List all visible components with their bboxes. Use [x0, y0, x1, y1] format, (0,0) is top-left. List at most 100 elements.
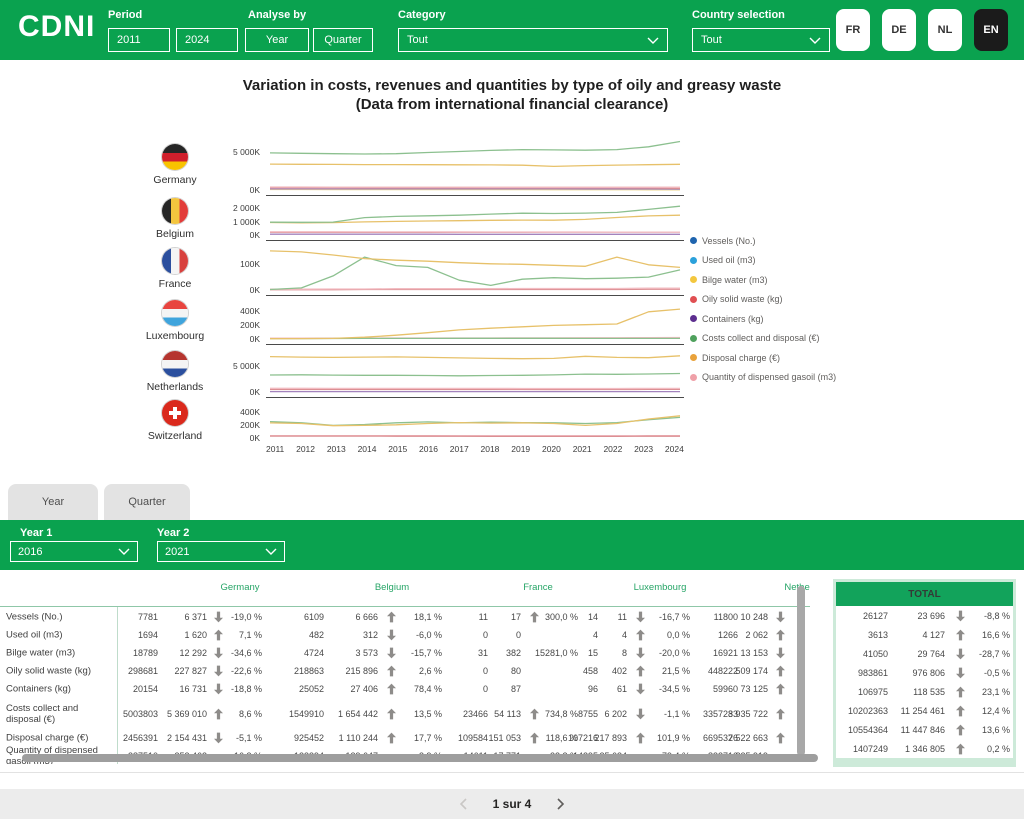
value-year1: 6109: [304, 612, 324, 622]
value-percent: -19,0 %: [231, 612, 262, 622]
total-value-percent: 23,1 %: [982, 687, 1010, 697]
legend-item-costs[interactable]: Costs collect and disposal (€): [690, 329, 836, 349]
period-from-input[interactable]: 2011: [108, 28, 170, 52]
year2-label: Year 2: [157, 527, 189, 539]
country-cell: Belgium: [140, 196, 210, 241]
y-axis-tick-label: 400K: [240, 306, 260, 316]
divider: [0, 772, 1024, 773]
trend-down-icon: [773, 612, 787, 623]
table-column-header-france: France: [493, 582, 583, 593]
chevron-down-icon: [118, 548, 130, 555]
chart-x-axis: 2011201220132014201520162017201820192020…: [266, 444, 684, 454]
value-percent: 7,1 %: [239, 630, 262, 640]
page-title-line2: (Data from international financial clear…: [0, 95, 1024, 114]
chart-panel-belgium: Belgium2 000K1 000K0K: [140, 196, 700, 241]
cdni-logo: CDNI: [18, 10, 95, 44]
chevron-down-icon: [809, 37, 821, 44]
ch-flag-icon: [162, 400, 188, 426]
total-value-year2: 23 696: [917, 611, 945, 621]
total-value-percent: -0,5 %: [984, 668, 1010, 678]
analyse-quarter-button[interactable]: Quarter: [313, 28, 373, 52]
legend-item-disposal[interactable]: Disposal charge (€): [690, 348, 836, 368]
country-value: Tout: [701, 34, 722, 46]
previous-page-icon[interactable]: [459, 798, 467, 810]
country-dropdown[interactable]: Tout: [692, 28, 830, 52]
year1-label: Year 1: [20, 527, 52, 539]
total-value-year1: 3613: [868, 630, 888, 640]
y-axis-tick-label: 0K: [250, 230, 260, 240]
y-axis-tick-label: 200K: [240, 420, 260, 430]
trend-up-icon: [384, 708, 398, 719]
total-row: 14072491 346 8050,2 %: [836, 740, 1013, 758]
country-cell: France: [140, 241, 210, 296]
trend-up-icon: [773, 630, 787, 641]
country-name: Germany: [153, 174, 196, 186]
x-axis-year-label: 2018: [481, 444, 500, 454]
value-year2: 382: [506, 648, 521, 658]
value-percent: -5,1 %: [236, 733, 262, 743]
y-axis-tick-label: 5 000K: [233, 361, 260, 371]
total-value-year1: 26127: [863, 611, 888, 621]
trend-up-icon: [773, 684, 787, 695]
chart-plot: [266, 196, 684, 241]
language-button-en[interactable]: EN: [974, 9, 1008, 51]
period-to-input[interactable]: 2024: [176, 28, 238, 52]
value-percent: 15281,0 %: [535, 648, 578, 658]
total-value-percent: -28,7 %: [979, 649, 1010, 659]
tab-quarter[interactable]: Quarter: [104, 484, 190, 520]
year2-dropdown[interactable]: 2021: [157, 541, 285, 562]
value-percent: 18,1 %: [414, 612, 442, 622]
language-button-nl[interactable]: NL: [928, 9, 962, 51]
value-percent: -6,0 %: [416, 630, 442, 640]
total-value-year1: 983861: [858, 668, 888, 678]
x-axis-year-label: 2021: [573, 444, 592, 454]
value-year2: 17: [511, 612, 521, 622]
value-percent: 101,9 %: [657, 733, 690, 743]
x-axis-year-label: 2022: [603, 444, 622, 454]
x-axis-year-label: 2017: [450, 444, 469, 454]
x-axis-year-label: 2013: [327, 444, 346, 454]
value-percent: -20,0 %: [659, 648, 690, 658]
tab-year[interactable]: Year: [8, 484, 98, 520]
language-button-fr[interactable]: FR: [836, 9, 870, 51]
trend-down-icon: [633, 612, 647, 623]
vertical-scrollbar[interactable]: [797, 586, 805, 756]
legend-item-gasoil[interactable]: Quantity of dispensed gasoil (m3): [690, 368, 836, 388]
value-year1: 16921: [713, 648, 738, 658]
country-name: Netherlands: [147, 381, 204, 393]
horizontal-scrollbar[interactable]: [22, 754, 818, 762]
table-row: Used oil (m3)16941 6207,1 %482312-6,0 %0…: [0, 626, 810, 644]
value-year2: 3 935 722: [728, 709, 768, 719]
category-dropdown[interactable]: Tout: [398, 28, 668, 52]
value-year1: 1266: [718, 630, 738, 640]
trend-down-icon: [211, 666, 225, 677]
value-year1: 4: [593, 630, 598, 640]
value-percent: 8,6 %: [239, 709, 262, 719]
trend-up-icon: [633, 733, 647, 744]
value-percent: 2,6 %: [419, 666, 442, 676]
legend-item-containers[interactable]: Containers (kg): [690, 309, 836, 329]
total-row: 1055436411 447 84613,6 %: [836, 721, 1013, 739]
language-button-de[interactable]: DE: [882, 9, 916, 51]
analyse-year-button[interactable]: Year: [245, 28, 309, 52]
dashboard: CDNI Period 2011 2024 Analyse by Year Qu…: [0, 0, 1024, 819]
chart-plot: [266, 133, 684, 196]
year1-dropdown[interactable]: 2016: [10, 541, 138, 562]
value-percent: -34,5 %: [659, 684, 690, 694]
chart-lines: [266, 196, 684, 241]
value-year1: 5003803: [123, 709, 158, 719]
next-page-icon[interactable]: [557, 798, 565, 810]
chart-panel-switzerland: Switzerland400K200K0K: [140, 398, 700, 444]
country-cell: Germany: [140, 133, 210, 196]
legend-item-used_oil[interactable]: Used oil (m3): [690, 251, 836, 271]
legend-label: Bilge water (m3): [702, 275, 768, 285]
country-name: France: [159, 278, 192, 290]
legend-item-bilge[interactable]: Bilge water (m3): [690, 270, 836, 290]
legend-item-oily[interactable]: Oily solid waste (kg): [690, 290, 836, 310]
total-value-year1: 10554364: [848, 725, 888, 735]
value-year2: 312: [363, 630, 378, 640]
legend-item-vessels[interactable]: Vessels (No.): [690, 231, 836, 251]
total-value-year2: 976 806: [912, 668, 945, 678]
legend-dot-icon: [690, 276, 697, 283]
trend-down-icon: [633, 648, 647, 659]
